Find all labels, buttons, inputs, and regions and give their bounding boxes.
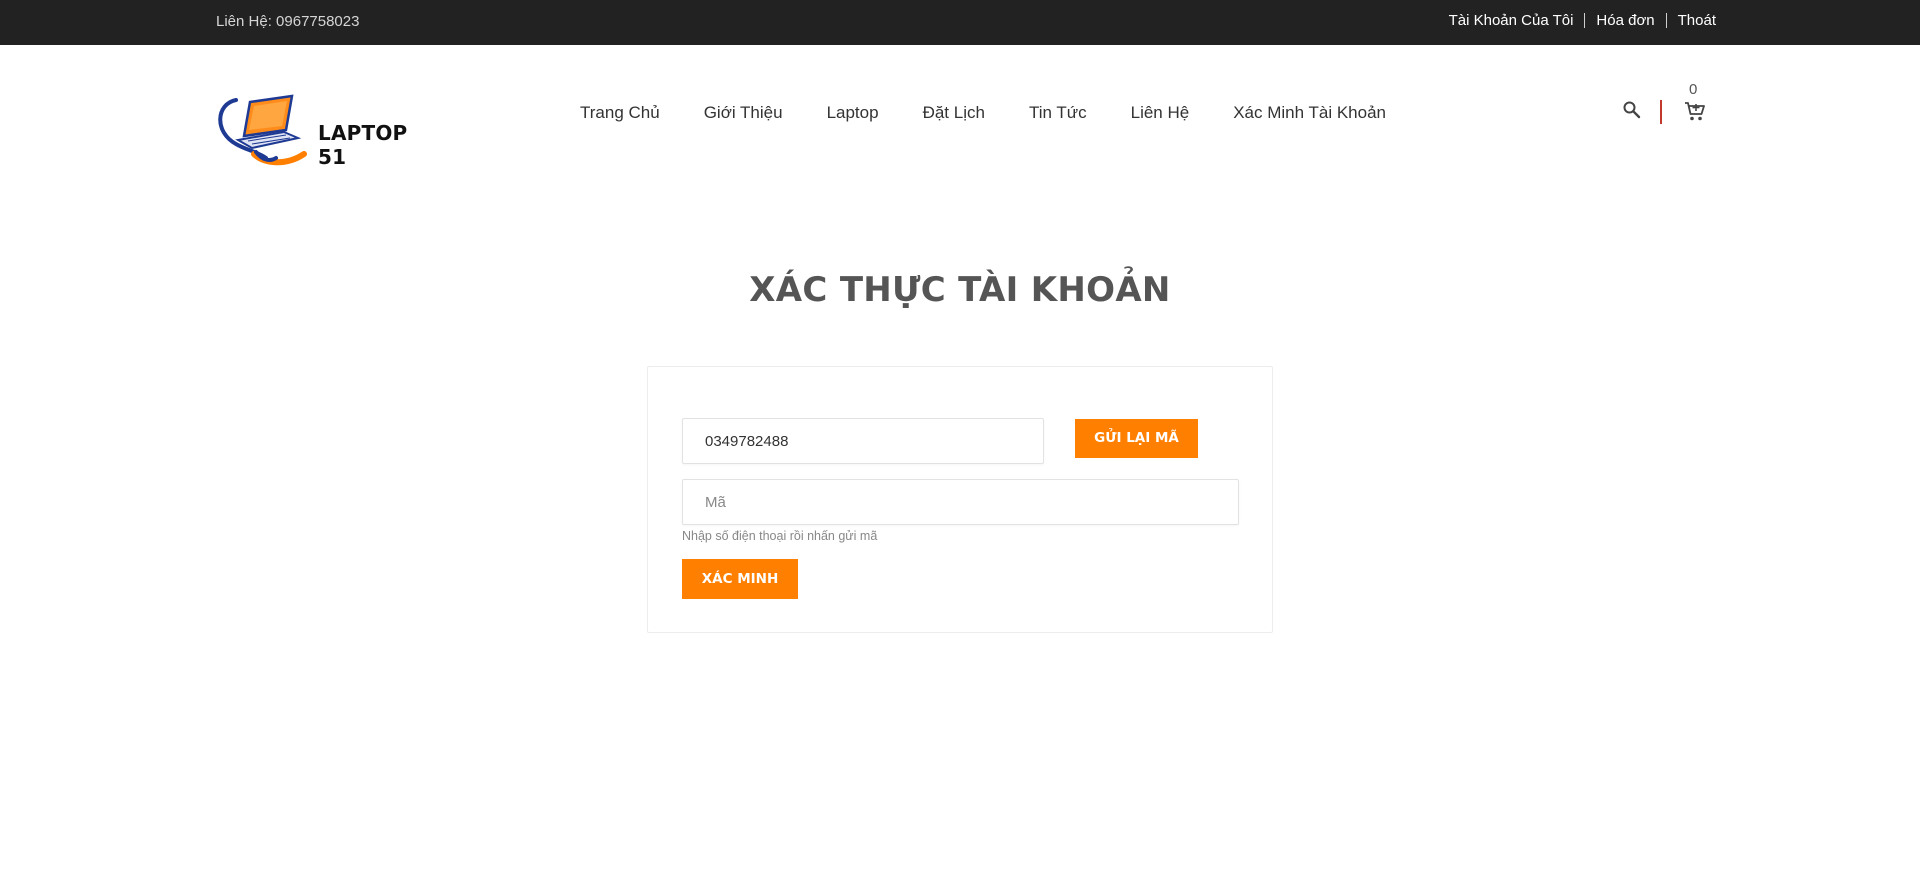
divider [1584, 13, 1586, 28]
top-bar: Liên Hệ: 0967758023 Tài Khoản Của Tôi Hó… [0, 0, 1920, 45]
code-input[interactable] [682, 479, 1239, 525]
hint-text: Nhập số điện thoại rồi nhấn gửi mã [682, 529, 878, 543]
account-links: Tài Khoản Của Tôi Hóa đơn Thoát [1449, 12, 1716, 29]
nav-contact[interactable]: Liên Hệ [1131, 103, 1190, 123]
cart-button[interactable] [1684, 100, 1706, 122]
nav-verify-account[interactable]: Xác Minh Tài Khoản [1233, 103, 1386, 123]
cart-icon [1685, 102, 1705, 121]
nav-home[interactable]: Trang Chủ [580, 103, 660, 123]
search-icon [1623, 101, 1641, 119]
phone-input[interactable] [682, 418, 1044, 464]
my-account-link[interactable]: Tài Khoản Của Tôi [1449, 12, 1574, 29]
cart-count: 0 [1689, 81, 1698, 98]
nav-booking[interactable]: Đặt Lịch [923, 103, 985, 123]
site-logo[interactable]: LAPTOP 51 [214, 92, 434, 172]
invoices-link[interactable]: Hóa đơn [1596, 12, 1654, 29]
logo-text: LAPTOP 51 [318, 121, 408, 169]
main-nav: Trang Chủ Giới Thiệu Laptop Đặt Lịch Tin… [580, 103, 1430, 123]
header-divider [1660, 100, 1662, 124]
nav-news[interactable]: Tin Tức [1029, 103, 1087, 123]
nav-about[interactable]: Giới Thiệu [704, 103, 783, 123]
verify-form-card: GỬI LẠI MÃ Nhập số điện thoại rồi nhấn g… [647, 366, 1273, 633]
resend-code-button[interactable]: GỬI LẠI MÃ [1075, 419, 1198, 458]
laptop-logo-icon [218, 94, 307, 166]
divider [1665, 13, 1667, 28]
nav-laptop[interactable]: Laptop [827, 103, 879, 123]
logout-link[interactable]: Thoát [1678, 12, 1716, 29]
page-title: XÁC THỰC TÀI KHOẢN [749, 270, 1171, 310]
contact-phone: Liên Hệ: 0967758023 [216, 13, 360, 30]
search-button[interactable] [1622, 100, 1642, 120]
verify-button[interactable]: XÁC MINH [682, 559, 798, 599]
